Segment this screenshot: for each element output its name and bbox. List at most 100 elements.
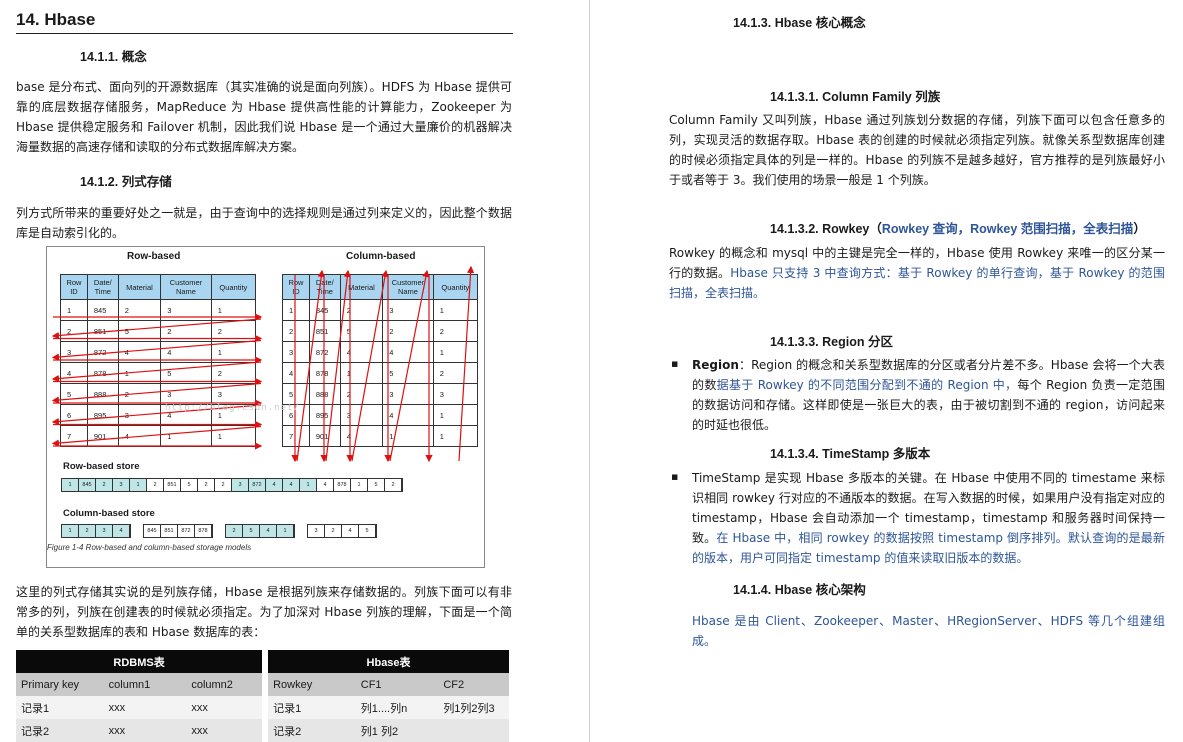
column-store-cell: 1 (62, 525, 79, 537)
row-based-cell: 2 (60, 320, 88, 342)
row-store-cell: 2 (215, 479, 232, 491)
right-page: 14.1.3. Hbase 核心概念 14.1.3.1. Column Fami… (592, 0, 1183, 742)
column-based-row: 3 872 4 4 1 (282, 341, 479, 363)
row-store-cell: 5 (181, 479, 198, 491)
row-based-header-cell: Date/Time (86, 274, 119, 300)
row-store-cell: 1 (62, 479, 79, 491)
row-store-cell: 4 (317, 479, 334, 491)
row-store-cell: 1 (300, 479, 317, 491)
row-based-header-cell: Customer Name (160, 274, 212, 300)
row-store-cell: 872 (249, 479, 266, 491)
rowkey-title-highlight: Rowkey 查询，Rowkey 范围扫描，全表扫描 (881, 222, 1134, 236)
column-based-header-cell: Customer Name (382, 274, 434, 300)
column-based-cell: 2 (339, 299, 384, 321)
row-based-cell: 3 (60, 341, 88, 363)
row-based-cell: 4 (117, 425, 162, 447)
rdbms-col-header: column2 (186, 673, 263, 696)
table-cell: xxx (103, 696, 187, 719)
row-store-cell: 5 (368, 479, 385, 491)
table-row: 记录2 xxx xxx 记录2 列1 列2 (16, 719, 509, 742)
column-based-cell: 851 (308, 320, 341, 342)
rdbms-col-header: column1 (103, 673, 187, 696)
column-based-cell: 4 (339, 341, 384, 363)
row-based-cell: 2 (160, 320, 212, 342)
table-cell: 记录2 (268, 719, 356, 742)
row-store-cell: 1 (351, 479, 368, 491)
row-store-cell: 4 (283, 479, 300, 491)
column-based-row: 1 845 2 3 1 (282, 299, 479, 321)
column-based-title: Column-based (346, 251, 416, 262)
chapter-heading: 14. Hbase (16, 10, 513, 34)
row-based-cell: 872 (86, 341, 119, 363)
row-store-cell: 851 (164, 479, 181, 491)
column-based-row: 5 888 2 3 3 (282, 383, 479, 405)
columnar-paragraph: 列方式所带来的重要好处之一就是，由于查询中的选择规则是通过列来定义的，因此整个数… (16, 206, 512, 240)
row-based-cell: 1 (117, 362, 162, 384)
hbase-col-header: CF2 (438, 673, 509, 696)
column-based-cell: 845 (308, 299, 341, 321)
row-based-cell: 901 (86, 425, 119, 447)
column-based-row: 4 878 1 5 2 (282, 362, 479, 384)
column-based-row: 2 851 5 2 2 (282, 320, 479, 342)
row-store-cell: 2 (385, 479, 402, 491)
column-based-row: 7 901 4 1 1 (282, 425, 479, 447)
column-based-cell: 2 (339, 383, 384, 405)
section-core-concepts-title: 14.1.3. Hbase 核心概念 (733, 16, 866, 30)
column-based-cell: 2 (432, 320, 479, 342)
column-based-cell: 872 (308, 341, 341, 363)
row-store-group: 3 872 4 4 1 (231, 478, 318, 492)
column-store-group: 1234 (61, 524, 131, 538)
column-based-cell: 3 (432, 383, 479, 405)
column-based-header-cell: Row ID (282, 274, 310, 300)
section-architecture-title: 14.1.4. Hbase 核心架构 (733, 583, 866, 597)
rowkey-body-highlight: Hbase 只支持 3 中查询方式：基于 Rowkey 的单行查询，基于 Row… (669, 266, 1165, 300)
column-based-cell: 3 (382, 299, 434, 321)
column-store-cell: 845 (144, 525, 161, 537)
row-store-cell: 2 (147, 479, 164, 491)
table-cell: xxx (103, 719, 187, 742)
row-based-cell: 1 (60, 299, 88, 321)
row-store-cell: 2 (96, 479, 113, 491)
column-based-cell: 1 (432, 299, 479, 321)
column-based-cell: 4 (282, 362, 310, 384)
hbase-table-title: Hbase表 (268, 650, 509, 673)
column-based-cell: 895 (308, 404, 341, 426)
table-cell: 列1 列2 (355, 719, 439, 742)
rdbms-col-header: Primary key (16, 673, 104, 696)
row-store-cell: 878 (334, 479, 351, 491)
column-store-cell: 2 (226, 525, 243, 537)
table-cell: xxx (186, 719, 263, 742)
column-based-cell: 5 (382, 362, 434, 384)
region-term: Region (692, 358, 739, 372)
row-based-row: 2 851 5 2 2 (60, 320, 257, 342)
column-based-cell: 1 (382, 425, 434, 447)
column-based-table: Row ID Date/Time Material Customer Name Quanti… (282, 274, 479, 447)
bullet-icon: ▪ (671, 470, 679, 483)
row-based-cell: 3 (210, 383, 257, 405)
architecture-body: Hbase 是由 Client、Zookeeper、Master、HRegion… (692, 614, 1165, 648)
row-based-cell: 7 (60, 425, 88, 447)
row-based-header-cell: Quantity (210, 274, 257, 300)
row-based-cell: 895 (86, 404, 119, 426)
row-based-cell: 6 (60, 404, 88, 426)
bullet-icon: ▪ (671, 357, 679, 370)
concept-paragraph: base 是分布式、面向列的开源数据库（其实准确的说是面向列族）。HDFS 为 … (16, 80, 512, 154)
column-based-cell: 3 (282, 341, 310, 363)
row-based-cell: 2 (117, 383, 162, 405)
column-based-cell: 2 (382, 320, 434, 342)
column-store-cell: 872 (178, 525, 195, 537)
column-based-cell: 4 (382, 341, 434, 363)
column-based-cell: 3 (339, 404, 384, 426)
figure-caption: Figure 1-4 Row-based and column-based st… (47, 543, 252, 552)
column-based-cell: 1 (432, 425, 479, 447)
row-store-cell: 1 (130, 479, 147, 491)
column-based-cell: 888 (308, 383, 341, 405)
column-based-cell: 1 (282, 299, 310, 321)
column-based-header-cell: Date/Time (308, 274, 341, 300)
rowkey-body: Rowkey 的概念和 mysql 中的主键是完全一样的，Hbase 使用 Ro… (669, 243, 1165, 303)
row-based-row: 1 845 2 3 1 (60, 299, 257, 321)
column-based-cell: 3 (382, 383, 434, 405)
rowkey-title-end: ） (1133, 222, 1146, 236)
row-based-cell: 878 (86, 362, 119, 384)
column-store-cell: 1 (277, 525, 294, 537)
